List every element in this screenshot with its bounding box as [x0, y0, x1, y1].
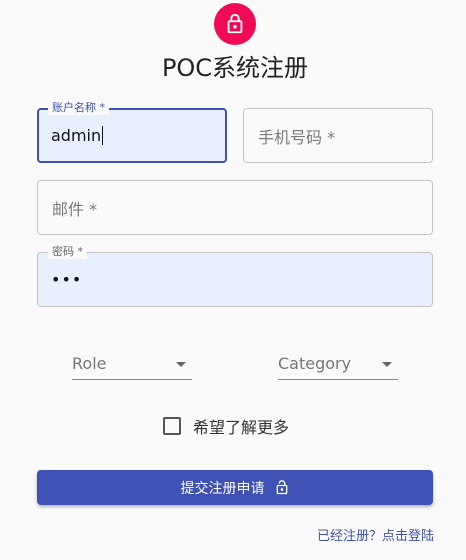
submit-button-label: 提交注册申请	[180, 480, 265, 497]
email-field[interactable]: 邮件 *	[37, 180, 433, 235]
password-field[interactable]: 密码 * •••	[37, 245, 433, 307]
password-value[interactable]: •••	[51, 253, 82, 306]
category-select[interactable]: Category	[278, 350, 398, 380]
submit-button[interactable]: 提交注册申请	[37, 470, 433, 505]
phone-field[interactable]: 手机号码 *	[243, 108, 433, 163]
text-cursor	[102, 126, 104, 145]
lock-icon	[224, 13, 246, 35]
newsletter-checkbox[interactable]	[163, 417, 181, 435]
email-placeholder: 邮件 *	[52, 199, 98, 219]
login-link[interactable]: 已经注册？点击登陆	[317, 525, 434, 544]
newsletter-label: 希望了解更多	[193, 418, 290, 437]
chevron-down-icon	[382, 362, 392, 367]
phone-placeholder: 手机号码 *	[258, 127, 336, 147]
role-select[interactable]: Role	[72, 350, 192, 380]
username-value[interactable]: admin	[51, 110, 104, 161]
page-title: POC系统注册	[161, 54, 309, 82]
avatar	[214, 3, 256, 45]
lock-open-icon	[274, 479, 290, 496]
category-label: Category	[278, 354, 352, 373]
role-label: Role	[72, 354, 107, 373]
chevron-down-icon	[176, 362, 186, 367]
newsletter-option[interactable]: 希望了解更多	[163, 414, 289, 438]
username-field[interactable]: 账户名称 * admin	[37, 101, 227, 163]
